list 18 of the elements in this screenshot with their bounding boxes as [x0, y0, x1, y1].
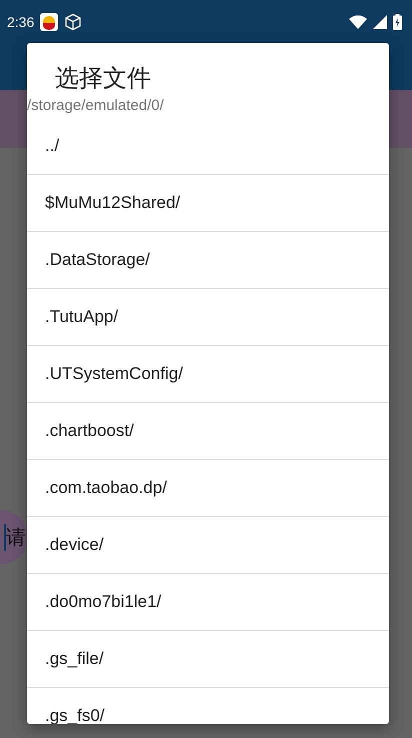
file-list-item[interactable]: .UTSystemConfig/ — [27, 346, 389, 403]
file-list-item[interactable]: .gs_file/ — [27, 631, 389, 688]
file-list-item[interactable]: .DataStorage/ — [27, 232, 389, 289]
current-path: /storage/emulated/0/ — [27, 96, 165, 115]
file-list-item[interactable]: .chartboost/ — [27, 403, 389, 460]
file-list-item[interactable]: $MuMu12Shared/ — [27, 175, 389, 232]
file-list-item[interactable]: .TutuApp/ — [27, 289, 389, 346]
file-list-item[interactable]: .do0mo7bi1le1/ — [27, 574, 389, 631]
cube-icon — [64, 12, 82, 30]
file-list-item[interactable]: .device/ — [27, 517, 389, 574]
file-list-item[interactable]: .com.taobao.dp/ — [27, 460, 389, 517]
signal-icon — [373, 14, 387, 28]
wifi-icon — [349, 14, 367, 28]
app-icon — [40, 12, 58, 30]
battery-icon — [393, 14, 402, 30]
file-list-item[interactable]: ../ — [27, 118, 389, 175]
dialog-title: 选择文件 — [54, 64, 152, 94]
status-time: 2:36 — [7, 14, 34, 30]
